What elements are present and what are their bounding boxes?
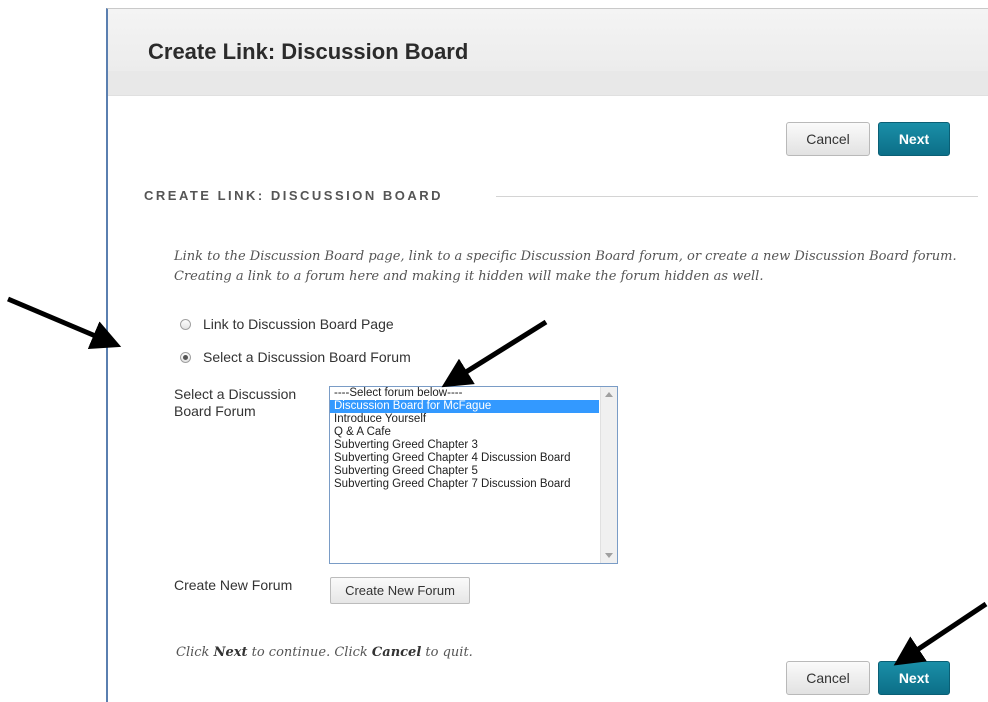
continue-prefix: Click — [176, 645, 214, 660]
cancel-button-bottom[interactable]: Cancel — [786, 661, 870, 695]
continue-middle: to continue. Click — [247, 645, 372, 660]
radio-label-select-forum[interactable]: Select a Discussion Board Forum — [203, 349, 411, 365]
title-bar: Create Link: Discussion Board — [108, 9, 988, 96]
next-button-bottom[interactable]: Next — [878, 661, 950, 695]
title-bar-band — [108, 71, 988, 95]
continue-suffix: to quit. — [421, 645, 473, 660]
forum-option[interactable]: Subverting Greed Chapter 4 Discussion Bo… — [330, 452, 599, 465]
create-link-panel: Create Link: Discussion Board Cancel Nex… — [106, 8, 988, 702]
radio-row-link-page[interactable]: Link to Discussion Board Page — [180, 315, 394, 333]
radio-label-link-page[interactable]: Link to Discussion Board Page — [203, 316, 394, 332]
create-forum-label: Create New Forum — [174, 577, 293, 593]
forum-options: ----Select forum below---- Discussion Boa… — [330, 387, 617, 491]
create-new-forum-button[interactable]: Create New Forum — [330, 577, 470, 604]
radio-row-select-forum[interactable]: Select a Discussion Board Forum — [180, 348, 411, 366]
radio-select-forum[interactable] — [180, 351, 191, 363]
continue-cancel-word: Cancel — [371, 645, 422, 660]
continue-instructions: Click Next to continue. Click Cancel to … — [176, 645, 473, 660]
scroll-up-icon[interactable] — [605, 392, 613, 397]
forum-option[interactable]: Discussion Board for McFague — [330, 400, 599, 413]
forum-option[interactable]: Q & A Cafe — [330, 426, 599, 439]
forum-option[interactable]: Subverting Greed Chapter 3 — [330, 439, 599, 452]
next-button-top[interactable]: Next — [878, 122, 950, 156]
page-title: Create Link: Discussion Board — [148, 39, 469, 64]
forum-option[interactable]: Subverting Greed Chapter 5 — [330, 465, 599, 478]
instructions-text: Link to the Discussion Board page, link … — [174, 249, 957, 284]
listbox-scrollbar[interactable] — [600, 387, 617, 563]
section-heading: CREATE LINK: DISCUSSION BOARD — [144, 188, 444, 203]
section-divider — [496, 196, 978, 197]
continue-next-word: Next — [213, 645, 248, 660]
forum-listbox[interactable]: ----Select forum below---- Discussion Boa… — [329, 386, 618, 564]
forum-option[interactable]: Subverting Greed Chapter 7 Discussion Bo… — [330, 478, 599, 491]
forum-option[interactable]: Introduce Yourself — [330, 413, 599, 426]
annotation-arrow-left — [7, 296, 122, 350]
cancel-button-top[interactable]: Cancel — [786, 122, 870, 156]
forum-option[interactable]: ----Select forum below---- — [330, 387, 599, 400]
select-forum-label: Select a Discussion Board Forum — [174, 386, 297, 419]
scroll-down-icon[interactable] — [605, 553, 613, 558]
radio-link-page[interactable] — [180, 318, 191, 330]
